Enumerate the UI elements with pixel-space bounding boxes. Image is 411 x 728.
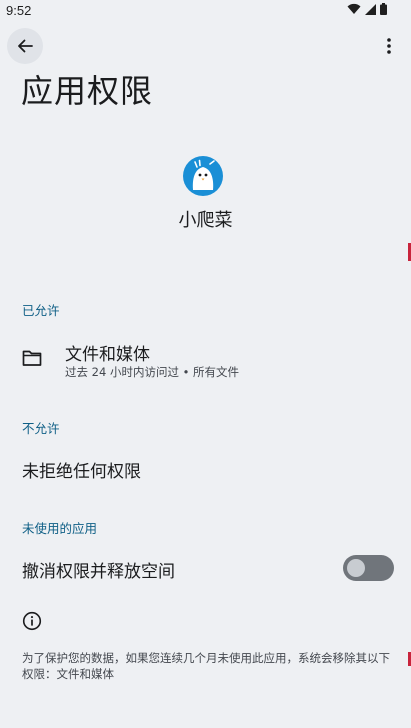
toggle-knob: [347, 559, 365, 577]
status-bar: 9:52: [0, 0, 411, 22]
status-icons: [347, 3, 387, 15]
more-options-button[interactable]: [377, 32, 401, 60]
status-time: 9:52: [6, 3, 32, 18]
permission-subtitle: 过去 24 小时内访问过 • 所有文件: [65, 365, 240, 379]
app-name: 小爬菜: [178, 210, 233, 231]
folder-icon: [22, 350, 42, 366]
revoke-permissions-label: 撤消权限并释放空间: [22, 562, 175, 582]
section-header-denied: 不允许: [22, 421, 60, 436]
info-icon: [22, 611, 42, 631]
footer-description: 为了保护您的数据，如果您连续几个月未使用此应用，系统会移除其以下权限：文件和媒体: [22, 651, 390, 681]
revoke-permissions-toggle[interactable]: [343, 555, 394, 581]
section-header-allowed: 已允许: [22, 303, 60, 318]
signal-icon: [365, 3, 376, 15]
app-bird-icon: [183, 156, 223, 196]
permission-title: 文件和媒体: [65, 345, 150, 365]
page-title: 应用权限: [21, 72, 154, 110]
arrow-back-icon: [18, 39, 33, 53]
back-button[interactable]: [7, 28, 43, 64]
battery-icon: [380, 3, 387, 15]
more-vert-icon: [387, 38, 391, 54]
no-denied-permissions-text: 未拒绝任何权限: [22, 462, 141, 482]
section-header-unused: 未使用的应用: [22, 521, 98, 536]
wifi-icon: [347, 3, 361, 15]
